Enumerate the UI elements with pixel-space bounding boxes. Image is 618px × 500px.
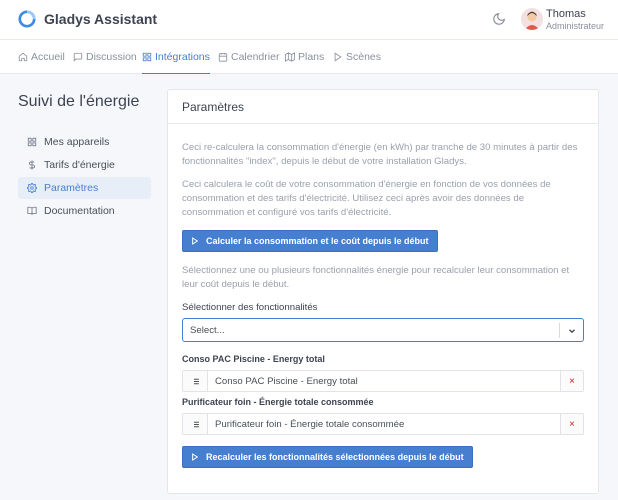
- consumption-description: Ceci re-calculera la consommation d'éner…: [182, 142, 578, 167]
- nav-scenes[interactable]: Scènes: [333, 40, 381, 74]
- features-select[interactable]: Select...: [182, 318, 584, 342]
- card-title: Paramètres: [168, 90, 598, 124]
- list-icon: [191, 421, 199, 427]
- nav-calendar[interactable]: Calendrier: [218, 40, 279, 74]
- remove-feature-button[interactable]: ×: [560, 371, 583, 391]
- avatar[interactable]: [521, 8, 543, 30]
- nav-label: Intégrations: [155, 50, 210, 63]
- nav-label: Accueil: [31, 51, 65, 63]
- feature-row: Conso PAC Piscine - Energy total ×: [182, 370, 584, 392]
- sidebar-item-settings[interactable]: Paramètres: [18, 177, 151, 199]
- calculate-consumption-cost-button[interactable]: Calculer la consommation et le coût depu…: [182, 230, 438, 252]
- sidebar-item-documentation[interactable]: Documentation: [18, 200, 151, 222]
- home-icon: [18, 52, 28, 62]
- sidebar-item-devices[interactable]: Mes appareils: [18, 131, 151, 153]
- nav-integrations[interactable]: Intégrations: [142, 40, 210, 74]
- grid-icon: [27, 137, 37, 147]
- feature-name: Purificateur foin - Énergie totale conso…: [215, 419, 405, 430]
- sidebar-item-label: Mes appareils: [44, 136, 110, 148]
- grid-icon: [142, 52, 152, 61]
- nav-label: Discussion: [86, 51, 137, 63]
- feature-title: Conso PAC Piscine - Energy total: [182, 354, 325, 364]
- user-name: Thomas: [546, 8, 586, 20]
- sidebar-item-label: Paramètres: [44, 182, 99, 194]
- cost-description: Ceci calculera le coût de votre consomma…: [182, 179, 551, 218]
- drag-handle[interactable]: [183, 414, 208, 434]
- nav-label: Calendrier: [231, 51, 280, 63]
- select-separator: [559, 323, 560, 338]
- feature-name: Conso PAC Piscine - Energy total: [215, 376, 358, 387]
- main-nav: Accueil Discussion Intégrations Calendri…: [0, 40, 618, 74]
- play-icon: [192, 237, 199, 245]
- drag-handle[interactable]: [183, 371, 208, 391]
- play-icon: [192, 453, 199, 461]
- message-square-icon: [73, 52, 83, 62]
- chevron-down-icon[interactable]: [567, 326, 577, 336]
- gladys-logo-icon: [18, 10, 36, 28]
- map-icon: [285, 52, 295, 62]
- nav-discussion[interactable]: Discussion: [73, 40, 137, 74]
- user-avatar-icon: [521, 8, 543, 30]
- feature-title: Purificateur foin - Énergie totale conso…: [182, 397, 374, 407]
- sidebar-item-label: Documentation: [44, 205, 115, 217]
- user-role: Administrateur: [546, 21, 605, 31]
- moon-icon[interactable]: [492, 12, 506, 26]
- brand[interactable]: Gladys Assistant: [18, 10, 157, 28]
- list-icon: [191, 378, 199, 384]
- book-icon: [27, 206, 37, 215]
- remove-feature-button[interactable]: ×: [560, 414, 583, 434]
- app-name: Gladys Assistant: [44, 11, 158, 27]
- sidebar-item-label: Tarifs d'énergie: [44, 159, 115, 171]
- play-icon: [334, 52, 342, 62]
- top-bar: Gladys Assistant Thomas Administrateur: [0, 0, 618, 40]
- recalculate-selected-button[interactable]: Recalculer les fonctionnalités sélection…: [182, 446, 473, 468]
- select-placeholder: Select...: [190, 325, 225, 336]
- recalculate-description: Sélectionnez une ou plusieurs fonctionna…: [182, 265, 570, 290]
- feature-row: Purificateur foin - Énergie totale conso…: [182, 413, 584, 435]
- button-label: Recalculer les fonctionnalités sélection…: [206, 452, 464, 462]
- calendar-icon: [218, 52, 228, 62]
- nav-label: Plans: [298, 51, 325, 63]
- nav-home[interactable]: Accueil: [18, 40, 65, 74]
- nav-label: Scènes: [346, 51, 382, 63]
- select-label: Sélectionner des fonctionnalités: [182, 302, 318, 313]
- page-title: Suivi de l'énergie: [18, 93, 140, 110]
- dollar-icon: [29, 160, 35, 170]
- sidebar-item-tariffs[interactable]: Tarifs d'énergie: [18, 154, 151, 176]
- gear-icon: [27, 183, 37, 193]
- button-label: Calculer la consommation et le coût depu…: [206, 236, 429, 246]
- nav-plans[interactable]: Plans: [285, 40, 324, 74]
- settings-card: Paramètres Ceci re-calculera la consomma…: [167, 89, 599, 494]
